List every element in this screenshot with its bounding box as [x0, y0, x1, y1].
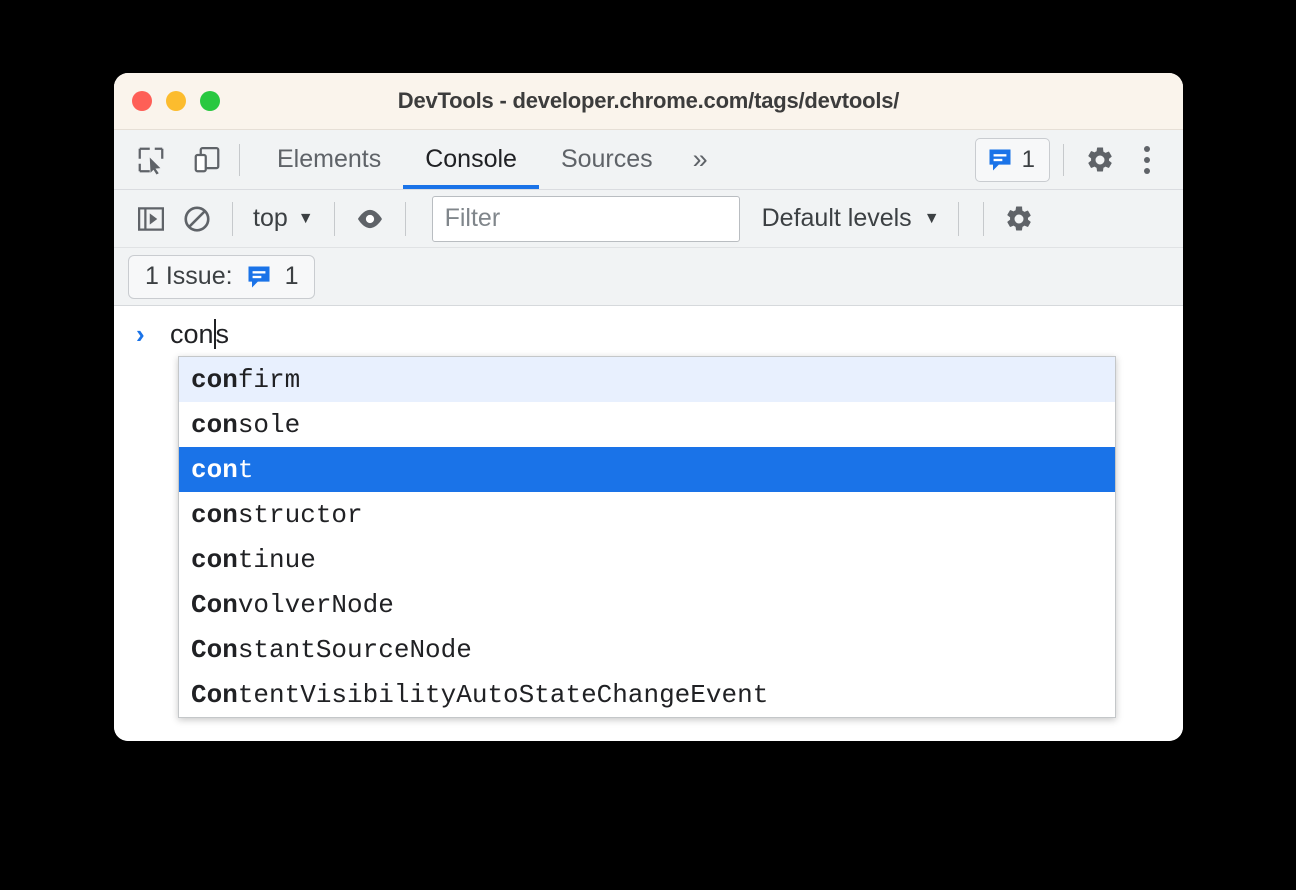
panel-tabs: Elements Console Sources »: [255, 130, 726, 189]
inspect-element-button[interactable]: [128, 137, 174, 183]
autocomplete-item-suffix: stantSourceNode: [238, 635, 472, 665]
autocomplete-item[interactable]: ConvolverNode: [179, 582, 1115, 627]
issues-count: 1: [285, 262, 299, 291]
chevron-down-icon: ▼: [298, 211, 314, 227]
tabbar-right-divider: [1063, 144, 1064, 176]
autocomplete-item-suffix: sole: [238, 410, 300, 440]
filter-input[interactable]: Filter: [432, 196, 740, 242]
tabbar-left-tools: [114, 130, 230, 189]
autocomplete-item-prefix: con: [191, 365, 238, 395]
autocomplete-item[interactable]: confirm: [179, 357, 1115, 402]
gear-icon: [1004, 204, 1034, 234]
console-body: › cons confirmconsolecontconstructorcont…: [114, 306, 1183, 741]
console-input[interactable]: cons: [170, 319, 229, 350]
log-levels-selector[interactable]: Default levels ▼: [762, 204, 940, 233]
autocomplete-item-prefix: con: [191, 500, 238, 530]
device-toolbar-icon: [192, 145, 222, 175]
filter-placeholder: Filter: [445, 204, 501, 233]
autocomplete-item[interactable]: continue: [179, 537, 1115, 582]
more-options-button[interactable]: [1127, 137, 1167, 183]
toolbar-divider: [232, 202, 233, 236]
issues-label: 1 Issue:: [145, 262, 233, 291]
autocomplete-item-suffix: tentVisibilityAutoStateChangeEvent: [238, 680, 769, 710]
gear-icon: [1085, 145, 1115, 175]
autocomplete-item[interactable]: console: [179, 402, 1115, 447]
minimize-window-button[interactable]: [166, 91, 186, 111]
toolbar-divider: [983, 202, 984, 236]
eye-icon: [354, 203, 386, 235]
execution-context-label: top: [253, 204, 288, 233]
issues-bar: 1 Issue: 1: [114, 248, 1183, 306]
tab-sources[interactable]: Sources: [539, 130, 675, 189]
autocomplete-item-prefix: con: [191, 545, 238, 575]
autocomplete-item-suffix: volverNode: [238, 590, 394, 620]
more-tabs-button[interactable]: »: [675, 130, 726, 189]
issue-bubble-icon: [245, 263, 273, 291]
autocomplete-item-prefix: con: [191, 455, 238, 485]
inspect-element-icon: [136, 145, 166, 175]
console-input-after-caret: s: [216, 319, 230, 350]
kebab-dot: [1144, 146, 1150, 152]
live-expression-button[interactable]: [347, 196, 393, 242]
autocomplete-item-prefix: Con: [191, 680, 238, 710]
issues-counter-button[interactable]: 1: [975, 138, 1050, 182]
window-titlebar: DevTools - developer.chrome.com/tags/dev…: [114, 73, 1183, 130]
window-title: DevTools - developer.chrome.com/tags/dev…: [114, 88, 1183, 114]
devtools-tabbar: Elements Console Sources » 1: [114, 130, 1183, 190]
kebab-dot: [1144, 168, 1150, 174]
autocomplete-item-suffix: tinue: [238, 545, 316, 575]
device-toolbar-button[interactable]: [184, 137, 230, 183]
log-levels-label: Default levels: [762, 204, 912, 233]
tab-elements[interactable]: Elements: [255, 130, 403, 189]
console-toolbar: top ▼ Filter Default levels ▼: [114, 190, 1183, 248]
autocomplete-popup: confirmconsolecontconstructorcontinueCon…: [178, 356, 1116, 718]
kebab-dot: [1144, 157, 1150, 163]
maximize-window-button[interactable]: [200, 91, 220, 111]
close-window-button[interactable]: [132, 91, 152, 111]
issues-summary-button[interactable]: 1 Issue: 1: [128, 255, 315, 299]
autocomplete-item[interactable]: ContentVisibilityAutoStateChangeEvent: [179, 672, 1115, 717]
toolbar-divider: [334, 202, 335, 236]
autocomplete-item-prefix: Con: [191, 590, 238, 620]
autocomplete-item-suffix: t: [238, 455, 254, 485]
console-sidebar-icon: [136, 204, 166, 234]
toolbar-divider: [405, 202, 406, 236]
tabbar-right-tools: 1: [975, 130, 1183, 189]
autocomplete-item-prefix: con: [191, 410, 238, 440]
console-settings-button[interactable]: [996, 196, 1042, 242]
tab-console[interactable]: Console: [403, 130, 539, 189]
prompt-chevron-icon: ›: [136, 321, 170, 347]
issues-count: 1: [1022, 146, 1035, 174]
console-sidebar-toggle-button[interactable]: [128, 196, 174, 242]
console-input-before-caret: con: [170, 319, 214, 350]
execution-context-selector[interactable]: top ▼: [245, 204, 322, 233]
settings-button[interactable]: [1077, 137, 1123, 183]
clear-console-button[interactable]: [174, 196, 220, 242]
autocomplete-item[interactable]: constructor: [179, 492, 1115, 537]
toolbar-divider: [958, 202, 959, 236]
clear-console-icon: [182, 204, 212, 234]
autocomplete-item[interactable]: ConstantSourceNode: [179, 627, 1115, 672]
autocomplete-item-suffix: firm: [238, 365, 300, 395]
devtools-window: DevTools - developer.chrome.com/tags/dev…: [114, 73, 1183, 741]
traffic-light-group: [114, 91, 220, 111]
console-prompt-row[interactable]: › cons: [114, 306, 1183, 362]
autocomplete-item-suffix: structor: [238, 500, 363, 530]
issue-bubble-icon: [986, 146, 1014, 174]
tabbar-divider: [239, 144, 240, 176]
autocomplete-item-prefix: Con: [191, 635, 238, 665]
autocomplete-item[interactable]: cont: [179, 447, 1115, 492]
chevron-down-icon: ▼: [924, 211, 940, 227]
